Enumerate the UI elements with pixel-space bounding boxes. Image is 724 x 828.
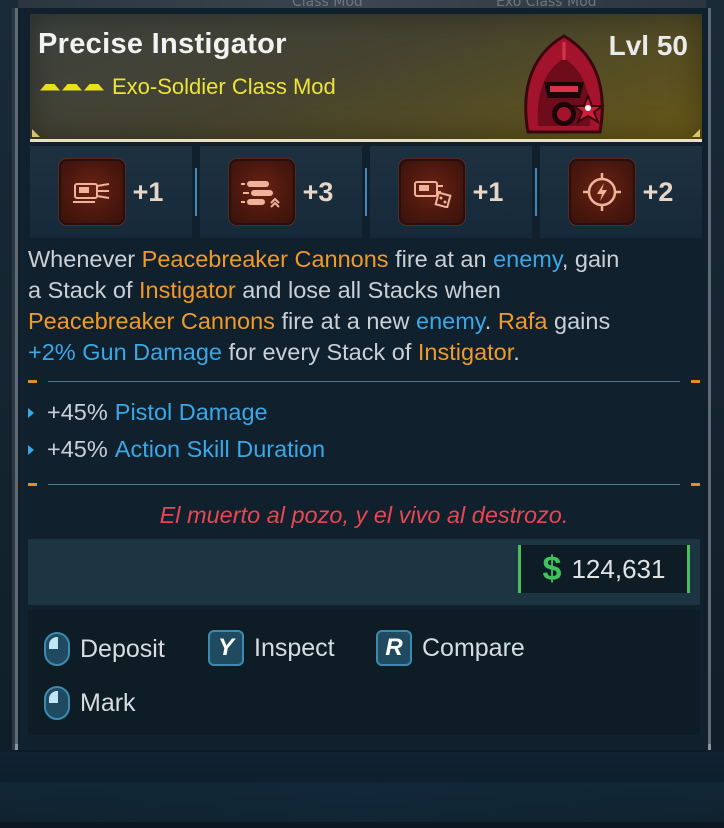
desc-keyword: +2% Gun Damage xyxy=(28,339,222,365)
card-frame-bottom xyxy=(15,744,711,750)
price-box: $ 124,631 xyxy=(518,545,690,593)
bullet-arrow-icon xyxy=(28,407,34,418)
y-key-icon: Y xyxy=(208,630,244,666)
desc-text: . xyxy=(513,339,520,365)
stat-tile[interactable]: +1 xyxy=(30,146,197,238)
compare-label: Compare xyxy=(422,633,525,662)
desc-text: . xyxy=(484,308,498,334)
desc-text: Whenever xyxy=(28,246,142,272)
stat-value: +1 xyxy=(132,176,164,207)
gun-crate-icon xyxy=(398,159,465,225)
item-card: Precise Instigator Exo-Soldier Class Mod… xyxy=(12,8,711,750)
flavor-text: El muerto al pozo, y el vivo al destrozo… xyxy=(159,502,569,528)
section-divider xyxy=(28,480,700,490)
desc-keyword: Instigator xyxy=(139,277,236,303)
desc-text: a Stack of xyxy=(28,277,140,303)
item-level: Lvl 50 xyxy=(608,30,688,61)
desc-keyword: enemy xyxy=(493,246,562,272)
corner-accent xyxy=(32,129,40,137)
desc-text: and lose all Stacks when xyxy=(235,277,501,303)
desc-keyword: Peacebreaker Cannons xyxy=(28,308,275,334)
stat-tile[interactable]: +1 xyxy=(370,146,537,238)
stat-value: +1 xyxy=(472,176,504,207)
description-line: Peacebreaker Cannons fire at a new enemy… xyxy=(28,306,700,337)
gun-heat-icon xyxy=(58,159,125,225)
mouse-left-click-icon xyxy=(44,632,70,666)
mark-label: Mark xyxy=(80,688,136,717)
item-description: Whenever Peacebreaker Cannons fire at an… xyxy=(28,244,700,368)
exo-soldier-helmet-icon xyxy=(524,34,605,134)
desc-keyword: Peacebreaker Cannons xyxy=(141,246,389,272)
description-line: +2% Gun Damage for every Stack of Instig… xyxy=(28,337,700,368)
inspect-action[interactable]: Y Inspect xyxy=(208,630,335,666)
crosshair-bolt-icon xyxy=(568,159,635,225)
bonus-label: Pistol Damage xyxy=(114,399,268,425)
money-icon: $ xyxy=(542,550,562,588)
section-divider xyxy=(28,377,700,387)
item-type-row: Exo-Soldier Class Mod xyxy=(40,74,336,100)
price-bar: $ 124,631 xyxy=(28,539,700,605)
stat-tile[interactable]: +2 xyxy=(540,146,702,238)
stat-value: +3 xyxy=(302,176,334,207)
item-type: Exo-Soldier Class Mod xyxy=(112,74,336,99)
desc-text: fire at a new xyxy=(274,308,416,334)
stat-tile[interactable]: +3 xyxy=(200,146,367,238)
desc-keyword: Rafa xyxy=(497,308,548,334)
bullets-speed-icon xyxy=(228,159,295,225)
description-line: a Stack of Instigator and lose all Stack… xyxy=(28,275,700,306)
background-bottom xyxy=(0,752,724,828)
corner-accent xyxy=(692,129,700,137)
deposit-action[interactable]: Deposit xyxy=(44,632,165,666)
desc-keyword: enemy xyxy=(416,308,485,334)
desc-text: fire at an xyxy=(388,246,494,272)
desc-text: gains xyxy=(547,308,611,334)
mark-action[interactable]: Mark xyxy=(44,686,136,720)
item-header: Precise Instigator Exo-Soldier Class Mod… xyxy=(30,14,702,142)
bonus-percent: +45% xyxy=(47,399,108,425)
compare-action[interactable]: R Compare xyxy=(376,630,525,666)
item-name: Precise Instigator xyxy=(38,28,287,60)
bonus-label: Action Skill Duration xyxy=(114,436,326,462)
action-prompts: Deposit Y Inspect R Compare Mark xyxy=(28,610,700,735)
description-line: Whenever Peacebreaker Cannons fire at an… xyxy=(28,244,700,275)
item-price: 124,631 xyxy=(571,553,666,584)
mouse-right-click-icon xyxy=(44,686,70,720)
stats-row: +1 +3 +1 +2 xyxy=(30,146,702,238)
stat-value: +2 xyxy=(642,176,674,207)
bonus-percent: +45% xyxy=(47,436,108,462)
rarity-chevrons-icon xyxy=(40,83,104,91)
bonus-line: +45% Action Skill Duration xyxy=(28,436,688,463)
bullet-arrow-icon xyxy=(28,444,34,455)
desc-text: for every Stack of xyxy=(222,339,418,365)
bonus-line: +45% Pistol Damage xyxy=(28,399,688,426)
desc-text: , gain xyxy=(561,246,620,272)
deposit-label: Deposit xyxy=(80,634,165,663)
r-key-icon: R xyxy=(376,630,412,666)
desc-keyword: Instigator xyxy=(417,339,514,365)
inspect-label: Inspect xyxy=(254,633,335,662)
